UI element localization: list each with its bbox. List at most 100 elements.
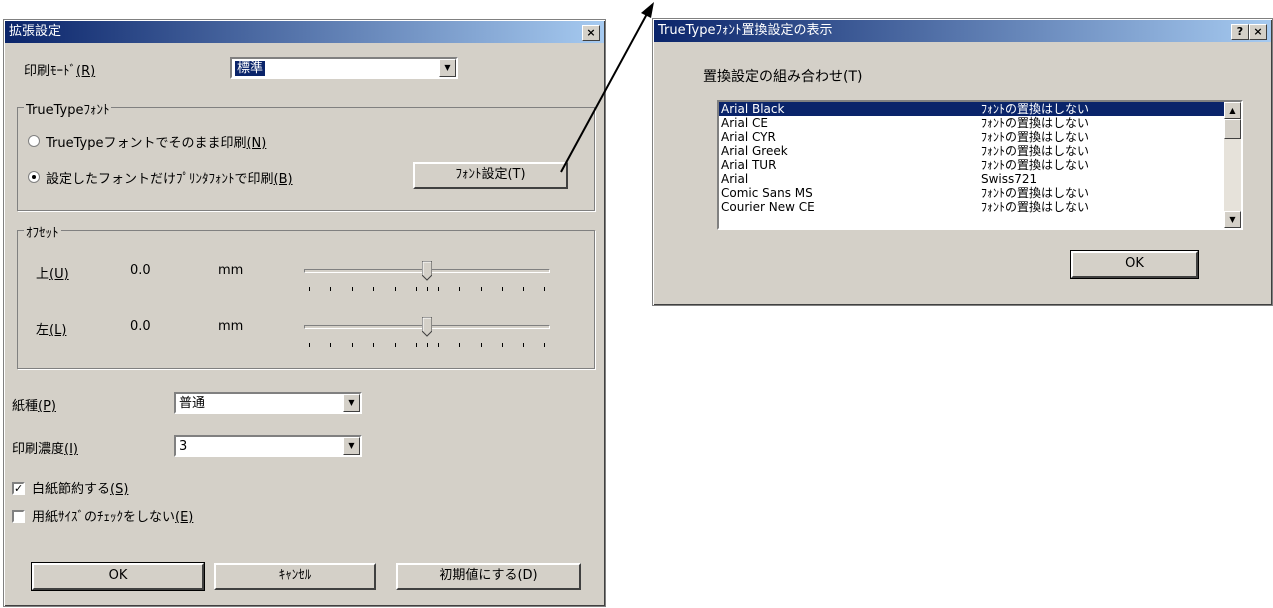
tick <box>523 343 524 347</box>
tick <box>427 287 428 291</box>
tick <box>544 287 545 291</box>
tick <box>373 287 374 291</box>
dialog-title: 拡張設定 <box>9 24 62 39</box>
scroll-up-icon[interactable]: ▲ <box>1224 102 1241 119</box>
scroll-down-icon[interactable]: ▼ <box>1224 211 1241 228</box>
connector-arrow <box>560 2 654 173</box>
offset-left-slider-thumb[interactable] <box>422 317 432 337</box>
list-item[interactable]: Arial Greek ﾌｫﾝﾄの置換はしない <box>719 144 1224 158</box>
save-blank-label[interactable]: 白紙節約する(S) <box>32 478 128 497</box>
offset-top-accel: (U) <box>49 267 69 282</box>
substitute-font: ﾌｫﾝﾄの置換はしない <box>981 186 1090 200</box>
font-name: Arial CE <box>721 116 768 130</box>
truetype-group-legend: TrueTypeﾌｫﾝﾄ <box>24 99 112 118</box>
tick <box>352 287 353 291</box>
help-button[interactable]: ? <box>1231 24 1249 40</box>
scroll-thumb[interactable] <box>1224 119 1241 139</box>
radio-print-truetype[interactable] <box>28 135 40 147</box>
density-select[interactable]: 3 ▼ <box>174 435 362 457</box>
skip-size-check-label[interactable]: 用紙ｻｲｽﾞのﾁｪｯｸをしない(E) <box>32 506 193 525</box>
dropdown-arrow-icon[interactable]: ▼ <box>439 59 456 77</box>
print-mode-text: 印刷ﾓｰﾄﾞ <box>24 64 77 79</box>
tick <box>309 287 310 291</box>
offset-top-value: 0.0 <box>130 263 151 278</box>
tick <box>309 343 310 347</box>
tick <box>502 287 503 291</box>
tick <box>438 343 439 347</box>
tick <box>330 287 331 291</box>
tick <box>352 343 353 347</box>
ok-button[interactable]: OK <box>31 562 205 591</box>
font-name: Arial CYR <box>721 130 776 144</box>
skip-size-check-checkbox[interactable] <box>12 510 25 523</box>
list-item[interactable]: Comic Sans MS ﾌｫﾝﾄの置換はしない <box>719 186 1224 200</box>
list-item[interactable]: Arial CYR ﾌｫﾝﾄの置換はしない <box>719 130 1224 144</box>
title-bar: 拡張設定 × <box>5 21 604 43</box>
print-mode-accel: (R) <box>76 64 96 79</box>
tick <box>481 343 482 347</box>
vertical-scrollbar[interactable]: ▲ ▼ <box>1224 102 1241 228</box>
substitution-list[interactable]: Arial Black ﾌｫﾝﾄの置換はしない Arial CE ﾌｫﾝﾄの置換はし… <box>717 100 1243 230</box>
paper-type-select[interactable]: 普通 ▼ <box>174 392 362 414</box>
paper-type-label: 紙種(P) <box>12 395 56 414</box>
extended-settings-dialog: 拡張設定 × 印刷ﾓｰﾄﾞ(R) 標準 ▼ TrueTypeﾌｫﾝﾄ TrueT… <box>3 19 606 607</box>
list-item[interactable]: Arial CE ﾌｫﾝﾄの置換はしない <box>719 116 1224 130</box>
substitute-font: ﾌｫﾝﾄの置換はしない <box>981 116 1090 130</box>
skip-size-check-accel: (E) <box>175 510 194 525</box>
offset-top-text: 上 <box>36 267 50 282</box>
density-accel: (I) <box>64 442 78 457</box>
tick <box>459 287 460 291</box>
tick <box>395 287 396 291</box>
reset-defaults-button[interactable]: 初期値にする(D) <box>396 563 581 590</box>
print-mode-select[interactable]: 標準 ▼ <box>230 57 458 79</box>
dropdown-arrow-icon[interactable]: ▼ <box>343 394 360 412</box>
font-settings-button[interactable]: ﾌｫﾝﾄ設定(T) <box>413 162 568 189</box>
tick <box>373 343 374 347</box>
ok-button[interactable]: OK <box>1070 250 1199 279</box>
skip-size-check-text: 用紙ｻｲｽﾞのﾁｪｯｸをしない <box>32 510 176 525</box>
substitute-font: Swiss721 <box>981 172 1038 186</box>
radio-printer-font-label[interactable]: 設定したフォントだけﾌﾟﾘﾝﾀﾌｫﾝﾄで印刷(B) <box>46 168 293 187</box>
save-blank-checkbox[interactable]: ✓ <box>12 482 25 495</box>
tick <box>523 287 524 291</box>
density-text: 印刷濃度 <box>12 442 65 457</box>
print-mode-value: 標準 <box>235 61 266 76</box>
radio-print-truetype-label[interactable]: TrueTypeフォントでそのまま印刷(N) <box>46 132 266 151</box>
radio-printer-font[interactable] <box>28 171 40 183</box>
save-blank-accel: (S) <box>110 482 129 497</box>
substitution-rows: Arial Black ﾌｫﾝﾄの置換はしない Arial CE ﾌｫﾝﾄの置換はし… <box>719 102 1224 214</box>
tick <box>395 343 396 347</box>
close-button[interactable]: × <box>1249 24 1267 40</box>
font-name: Courier New CE <box>721 200 815 214</box>
tick <box>330 343 331 347</box>
tick <box>438 287 439 291</box>
radio2-text: 設定したフォントだけﾌﾟﾘﾝﾀﾌｫﾝﾄで印刷 <box>46 172 274 187</box>
font-name: Comic Sans MS <box>721 186 813 200</box>
tick <box>544 343 545 347</box>
list-item[interactable]: Arial TUR ﾌｫﾝﾄの置換はしない <box>719 158 1224 172</box>
offset-top-unit: mm <box>218 263 244 278</box>
tick <box>416 287 417 291</box>
dropdown-arrow-icon[interactable]: ▼ <box>343 437 360 455</box>
list-item[interactable]: Arial Black ﾌｫﾝﾄの置換はしない <box>719 102 1224 116</box>
offset-top-ticks <box>309 287 545 291</box>
substitute-font: ﾌｫﾝﾄの置換はしない <box>981 130 1090 144</box>
list-item[interactable]: Arial Swiss721 <box>719 172 1224 186</box>
radio1-accel: (N) <box>246 136 267 151</box>
cancel-button[interactable]: ｷｬﾝｾﾙ <box>214 563 376 590</box>
substitute-font: ﾌｫﾝﾄの置換はしない <box>981 102 1090 116</box>
list-item[interactable]: Courier New CE ﾌｫﾝﾄの置換はしない <box>719 200 1224 214</box>
offset-top-slider-thumb[interactable] <box>422 261 432 281</box>
substitute-font: ﾌｫﾝﾄの置換はしない <box>981 200 1090 214</box>
radio2-accel: (B) <box>273 172 293 187</box>
offset-left-text: 左 <box>36 323 50 338</box>
substitute-font: ﾌｫﾝﾄの置換はしない <box>981 158 1090 172</box>
save-blank-text: 白紙節約する <box>32 482 111 497</box>
dialog-title: TrueTypeﾌｫﾝﾄ置換設定の表示 <box>658 23 833 38</box>
font-name: Arial <box>721 172 749 186</box>
font-substitution-dialog: TrueTypeﾌｫﾝﾄ置換設定の表示 ? × 置換設定の組み合わせ(T) Ar… <box>652 18 1273 306</box>
offset-left-ticks <box>309 343 545 347</box>
substitution-list-label: 置換設定の組み合わせ(T) <box>703 69 863 85</box>
offset-group: ｵﾌｾｯﾄ 上(U) 0.0 mm 左(L) 0.0 mm <box>17 222 595 369</box>
font-name: Arial TUR <box>721 158 777 172</box>
